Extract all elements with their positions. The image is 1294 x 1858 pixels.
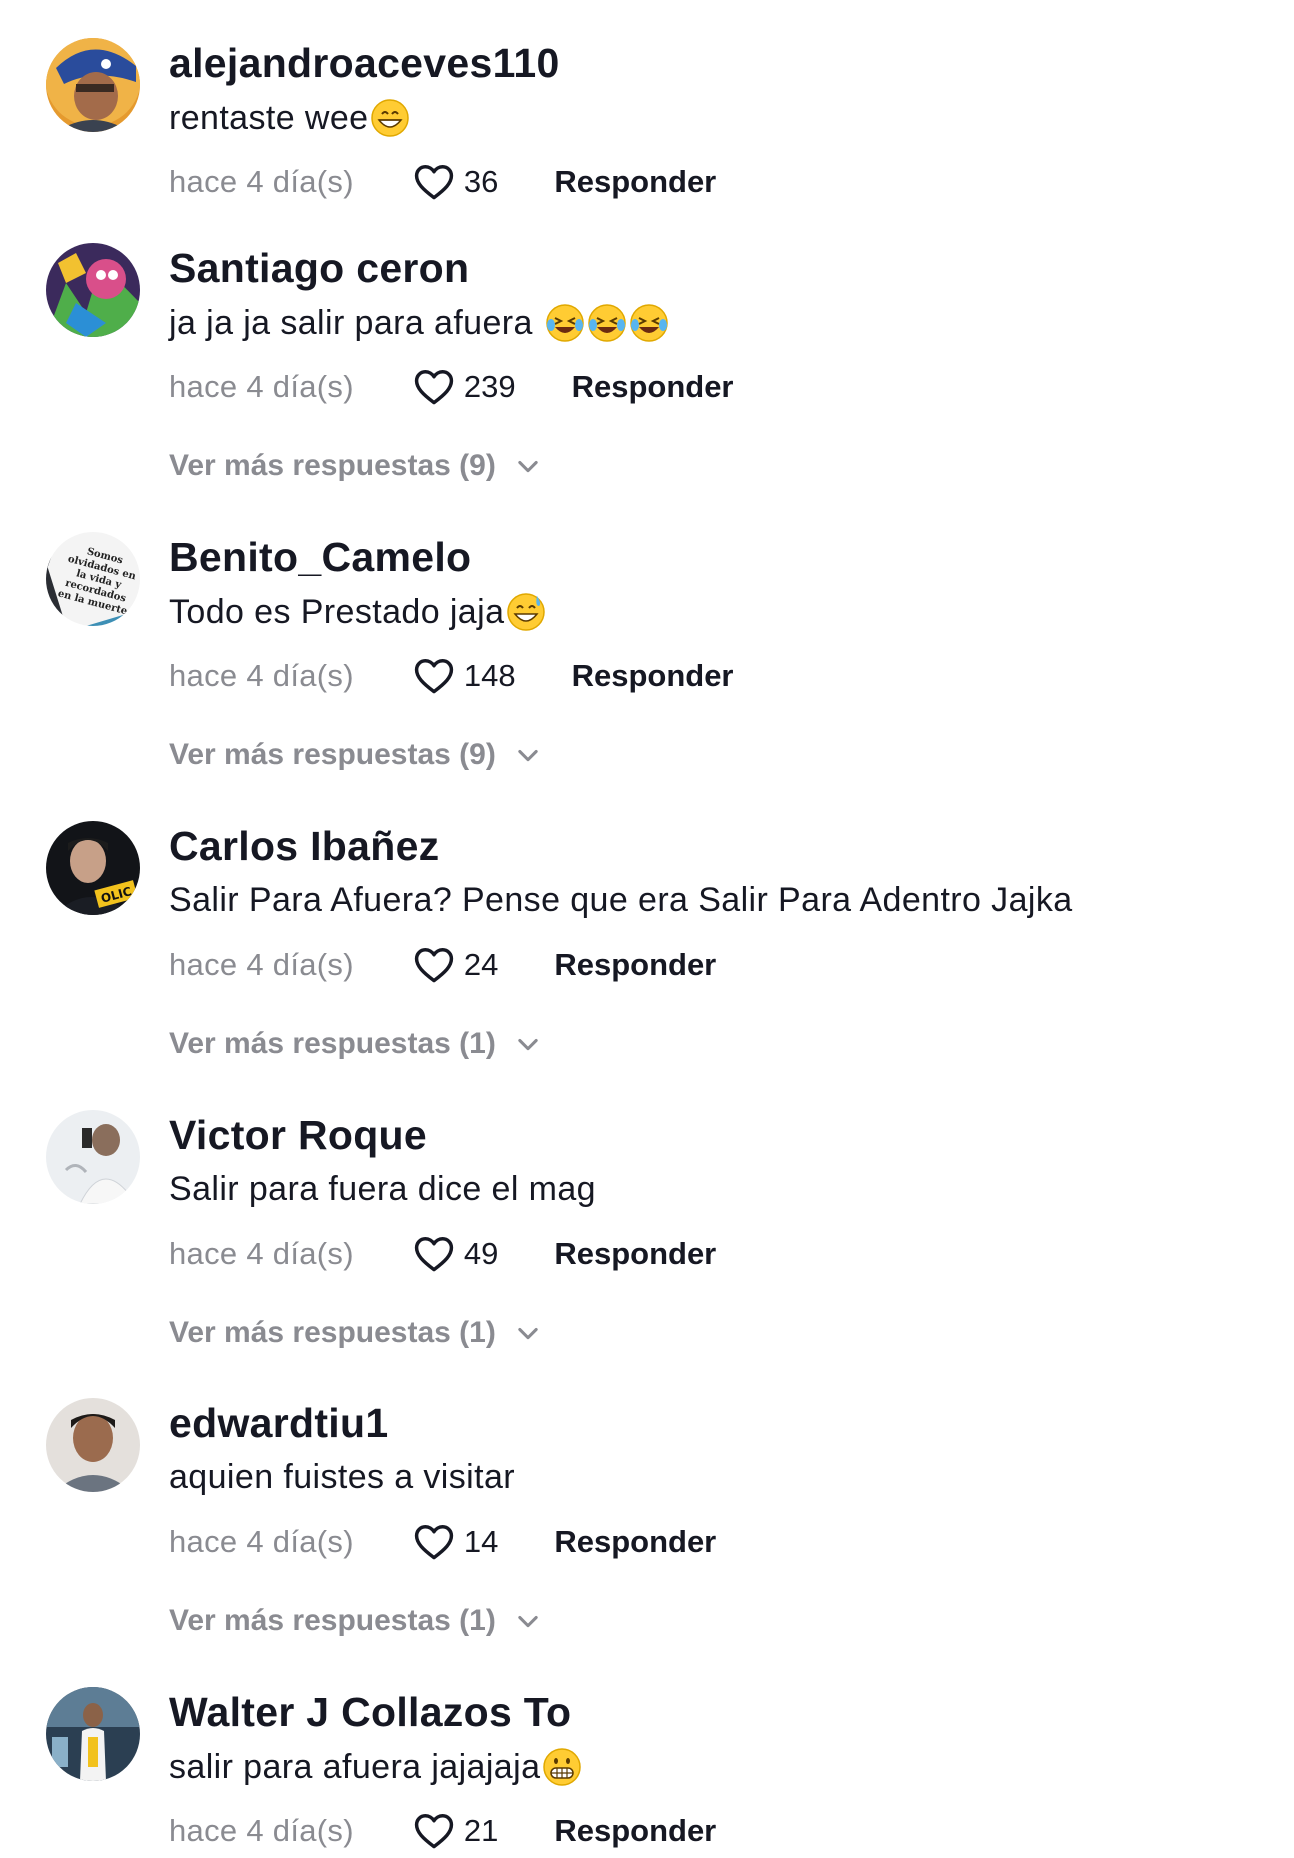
comment-text: salir para afuera jajajaja — [169, 1747, 582, 1787]
view-more-replies-button[interactable]: Ver más respuestas (9) — [169, 738, 542, 772]
reply-button[interactable]: Responder — [572, 369, 734, 405]
avatar[interactable] — [46, 1110, 140, 1204]
grin-emoji-icon — [370, 98, 410, 138]
comment-text-content: Todo es Prestado jaja — [169, 592, 505, 631]
chevron-down-icon — [514, 741, 542, 769]
reply-button[interactable]: Responder — [554, 1813, 716, 1849]
chevron-down-icon — [514, 452, 542, 480]
reply-button[interactable]: Responder — [554, 947, 716, 983]
joy-emoji-icon — [587, 303, 627, 343]
like-count: 148 — [463, 658, 516, 693]
view-more-replies-button[interactable]: Ver más respuestas (1) — [169, 1316, 542, 1350]
comment-time: hace 4 día(s) — [169, 658, 354, 693]
like-button[interactable]: 148 — [412, 654, 516, 698]
like-count: 21 — [463, 1813, 499, 1848]
joy-emoji-icon — [545, 303, 585, 343]
comment-text-content: aquien fuistes a visitar — [169, 1458, 515, 1496]
like-button[interactable]: 49 — [412, 1232, 498, 1276]
reply-button[interactable]: Responder — [572, 658, 734, 694]
like-button[interactable]: 14 — [412, 1520, 498, 1564]
like-button[interactable]: 36 — [412, 160, 498, 204]
reply-button[interactable]: Responder — [554, 1236, 716, 1272]
avatar[interactable]: OLIC — [46, 821, 140, 915]
comment-text: Salir Para Afuera? Pense que era Salir P… — [169, 881, 1073, 920]
joy-emoji-icon — [629, 303, 669, 343]
comment-text-content: salir para afuera jajajaja — [169, 1747, 541, 1786]
like-count: 239 — [463, 369, 516, 404]
heart-outline-icon — [414, 1525, 454, 1560]
comment-text: Todo es Prestado jaja — [169, 592, 546, 632]
comment-time: hace 4 día(s) — [169, 369, 354, 404]
like-count: 36 — [463, 164, 499, 199]
comment-username[interactable]: Santiago ceron — [169, 245, 469, 292]
heart-outline-icon — [414, 1814, 454, 1849]
comment-time: hace 4 día(s) — [169, 1813, 354, 1848]
comment-username[interactable]: Benito_Camelo — [169, 534, 471, 581]
view-more-replies-label: Ver más respuestas (9) — [169, 449, 496, 482]
heart-outline-icon — [414, 370, 454, 405]
avatar[interactable] — [46, 1398, 140, 1492]
comment-text: Salir para fuera dice el mag — [169, 1170, 596, 1209]
grimace-emoji-icon — [542, 1747, 582, 1787]
chevron-down-icon — [514, 1607, 542, 1635]
comment-username[interactable]: edwardtiu1 — [169, 1400, 388, 1447]
avatar[interactable] — [46, 243, 140, 337]
comment-username[interactable]: Carlos Ibañez — [169, 823, 439, 870]
comment-meta: hace 4 día(s) 49 Responder — [169, 1232, 716, 1276]
comment-meta: hace 4 día(s) 24 Responder — [169, 943, 716, 987]
view-more-replies-button[interactable]: Ver más respuestas (1) — [169, 1604, 542, 1638]
chevron-down-icon — [514, 1319, 542, 1347]
like-count: 49 — [463, 1236, 499, 1271]
comment-time: hace 4 día(s) — [169, 164, 354, 199]
comment-text: ja ja ja salir para afuera — [169, 303, 669, 343]
view-more-replies-label: Ver más respuestas (1) — [169, 1027, 496, 1060]
comment-meta: hace 4 día(s) 148 Responder — [169, 654, 734, 698]
like-button[interactable]: 239 — [412, 365, 516, 409]
comment-text: aquien fuistes a visitar — [169, 1458, 515, 1497]
comment-text-content: rentaste wee — [169, 98, 369, 137]
heart-outline-icon — [414, 948, 454, 983]
comment-meta: hace 4 día(s) 21 Responder — [169, 1809, 716, 1853]
heart-outline-icon — [414, 165, 454, 200]
comment-text-content: Salir Para Afuera? Pense que era Salir P… — [169, 881, 1073, 919]
comment-text-content: ja ja ja salir para afuera — [169, 303, 543, 342]
comment-time: hace 4 día(s) — [169, 1236, 354, 1271]
comment-time: hace 4 día(s) — [169, 1524, 354, 1559]
like-button[interactable]: 21 — [412, 1809, 498, 1853]
comment-username[interactable]: alejandroaceves110 — [169, 40, 560, 87]
like-count: 24 — [463, 947, 499, 982]
avatar[interactable]: Somos olvidados en la vida y recordados … — [46, 532, 140, 626]
avatar[interactable] — [46, 38, 140, 132]
heart-outline-icon — [414, 1237, 454, 1272]
comment-text: rentaste wee — [169, 98, 410, 138]
comment-username[interactable]: Walter J Collazos To — [169, 1689, 571, 1736]
view-more-replies-label: Ver más respuestas (1) — [169, 1604, 496, 1637]
comment-meta: hace 4 día(s) 239 Responder — [169, 365, 734, 409]
comment-time: hace 4 día(s) — [169, 947, 354, 982]
sweat-smile-emoji-icon — [506, 592, 546, 632]
like-button[interactable]: 24 — [412, 943, 498, 987]
reply-button[interactable]: Responder — [554, 164, 716, 200]
view-more-replies-button[interactable]: Ver más respuestas (1) — [169, 1027, 542, 1061]
comment-meta: hace 4 día(s) 14 Responder — [169, 1520, 716, 1564]
heart-outline-icon — [414, 659, 454, 694]
like-count: 14 — [463, 1524, 499, 1559]
comment-username[interactable]: Victor Roque — [169, 1112, 427, 1159]
avatar[interactable] — [46, 1687, 140, 1781]
view-more-replies-label: Ver más respuestas (9) — [169, 738, 496, 771]
comment-text-content: Salir para fuera dice el mag — [169, 1170, 596, 1208]
reply-button[interactable]: Responder — [554, 1524, 716, 1560]
view-more-replies-button[interactable]: Ver más respuestas (9) — [169, 449, 542, 483]
chevron-down-icon — [514, 1030, 542, 1058]
comment-meta: hace 4 día(s) 36 Responder — [169, 160, 716, 204]
view-more-replies-label: Ver más respuestas (1) — [169, 1316, 496, 1349]
